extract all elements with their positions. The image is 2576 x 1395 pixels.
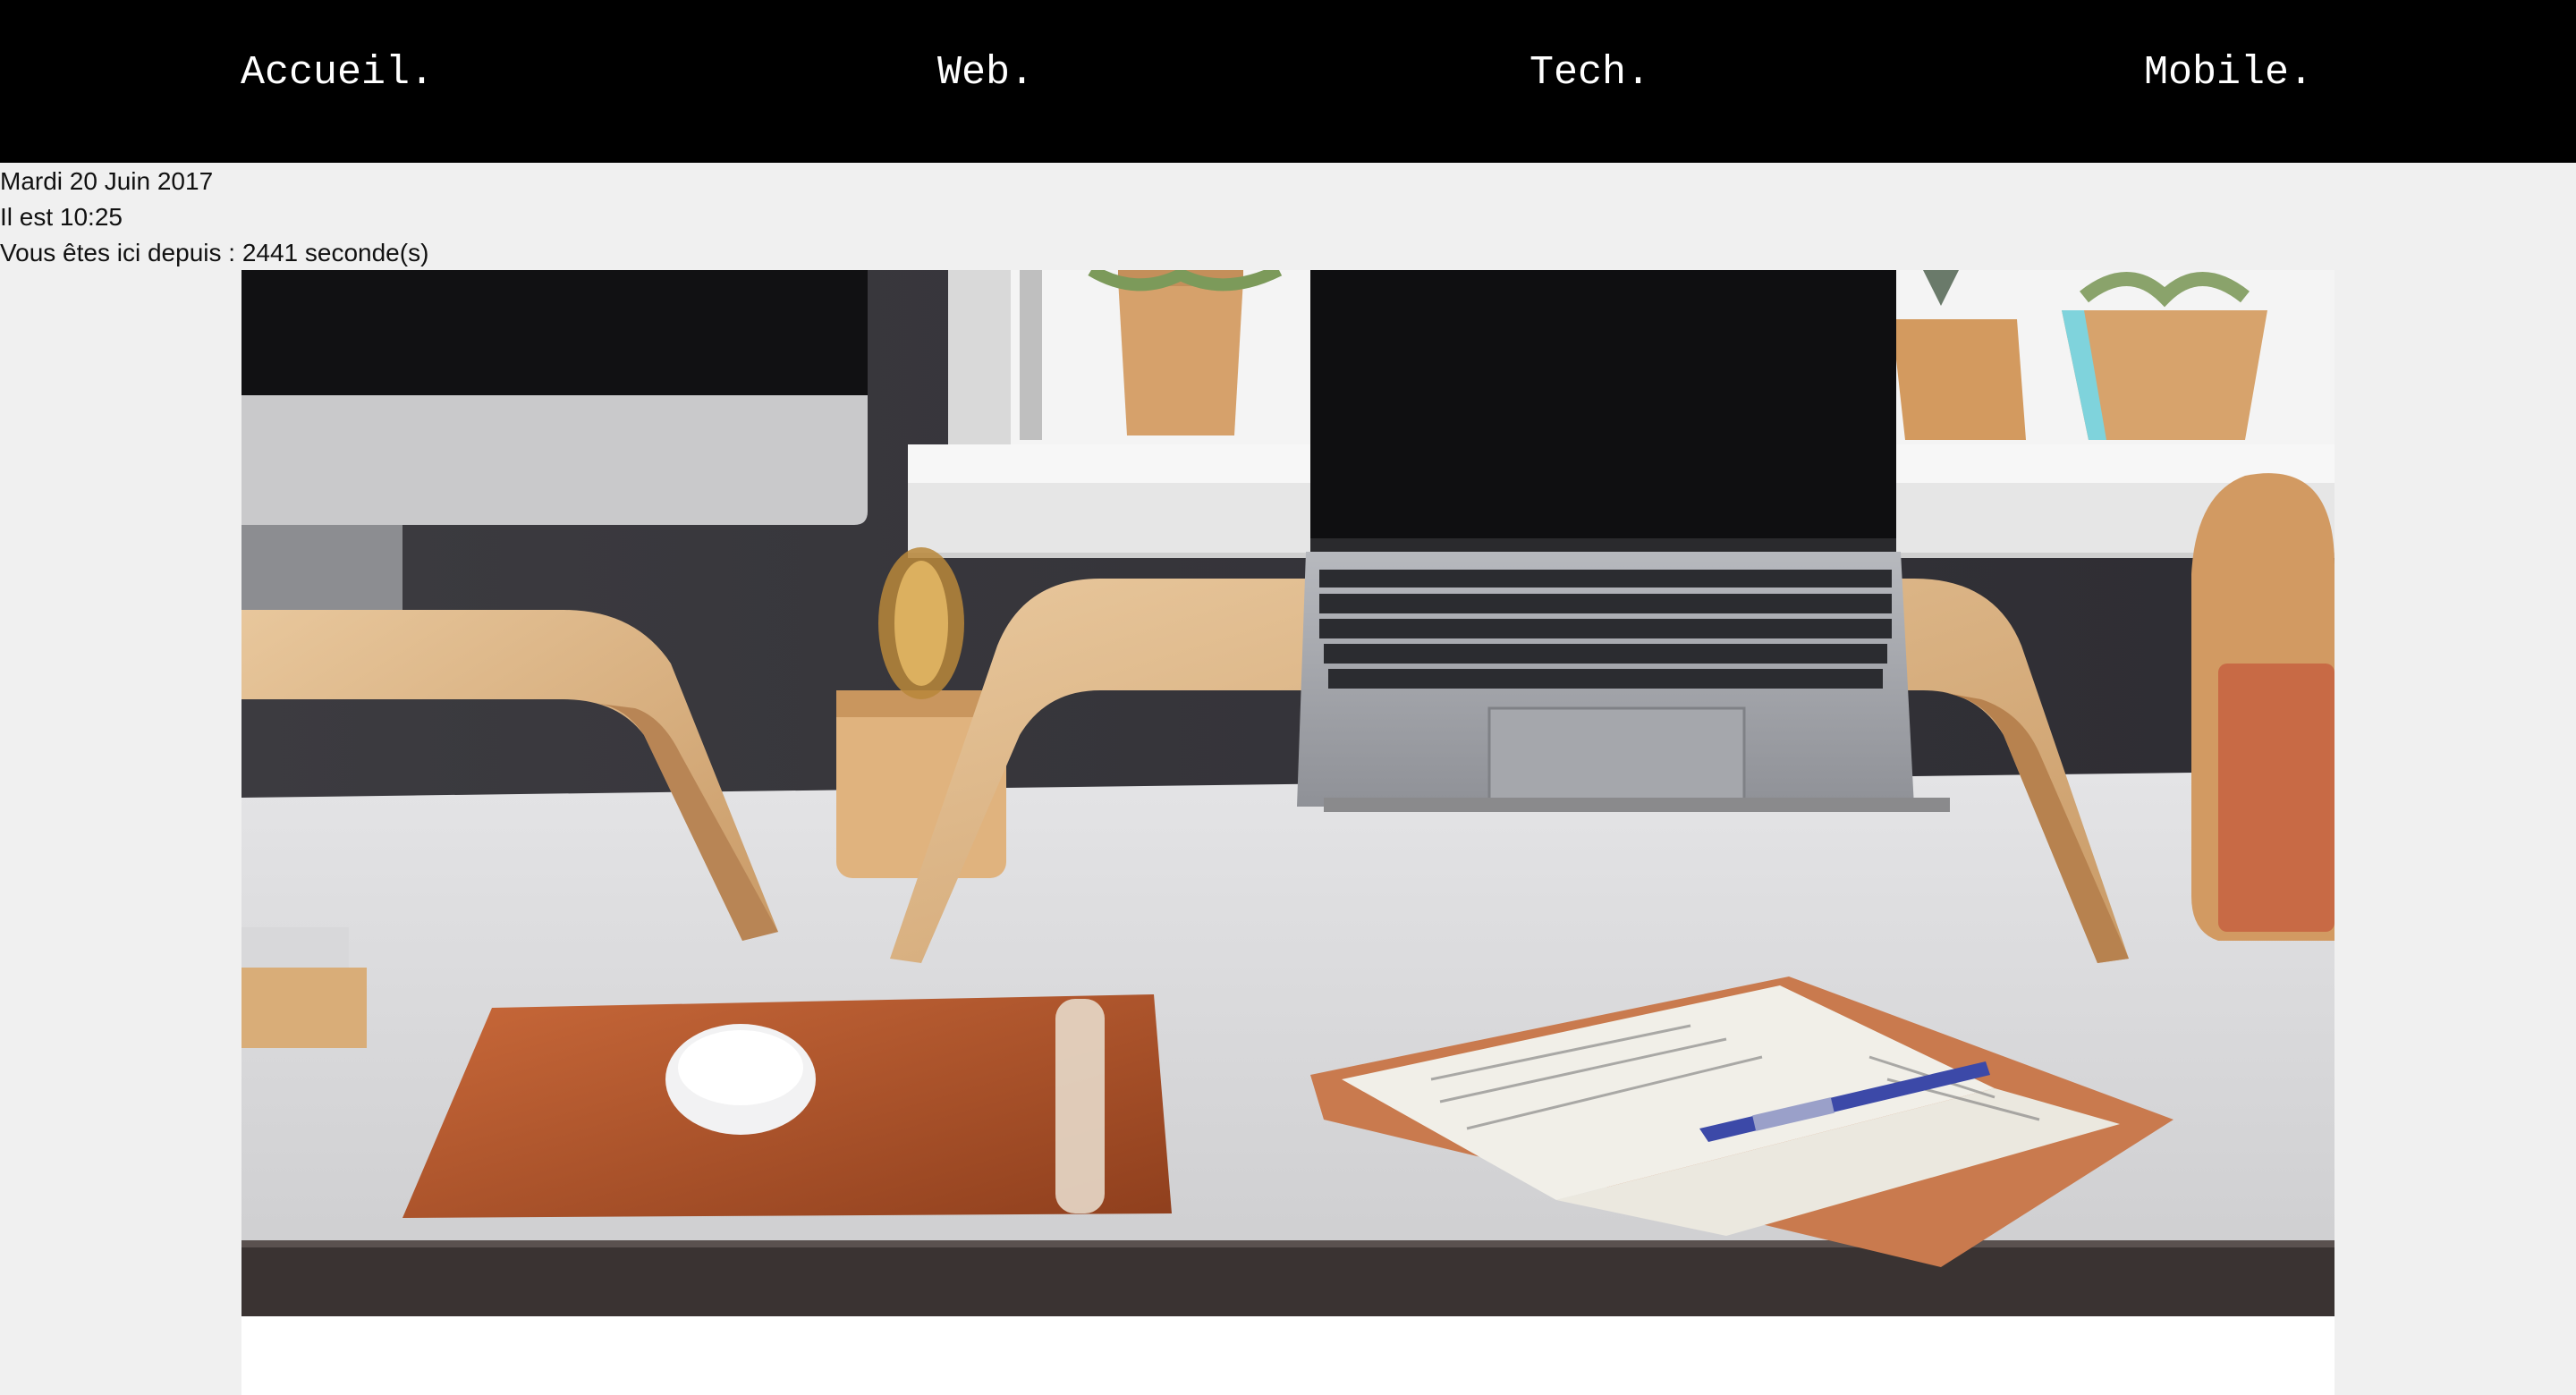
nav-link-web[interactable]: Web. xyxy=(937,46,1034,100)
nav-link-tech[interactable]: Tech. xyxy=(1530,46,1650,100)
nav-link-accueil[interactable]: Accueil. xyxy=(241,46,434,100)
top-navigation: Accueil. Web. Tech. Mobile. xyxy=(0,0,2576,163)
visit-duration: Vous êtes ici depuis : 2441 seconde(s) xyxy=(0,239,429,266)
current-date: Mardi 20 Juin 2017 xyxy=(0,167,214,195)
current-time: Il est 10:25 xyxy=(0,203,123,231)
hero-image xyxy=(242,270,2334,1316)
nav-link-mobile[interactable]: Mobile. xyxy=(2144,46,2313,100)
content-card xyxy=(242,1316,2334,1395)
